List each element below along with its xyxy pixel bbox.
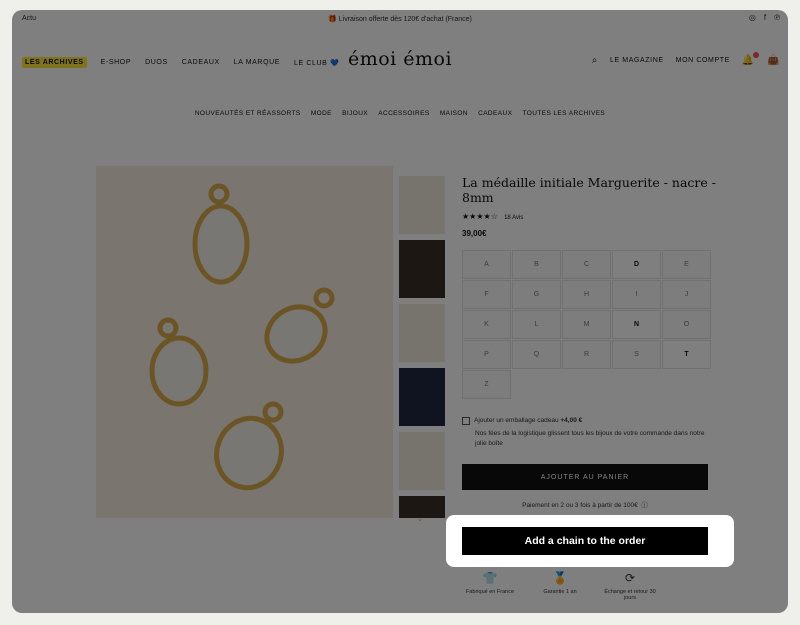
add-chain-button[interactable]: Add a chain to the order bbox=[462, 527, 708, 555]
browser-frame: Actu 🎁 Livraison offerte dès 120€ d'acha… bbox=[12, 10, 788, 613]
